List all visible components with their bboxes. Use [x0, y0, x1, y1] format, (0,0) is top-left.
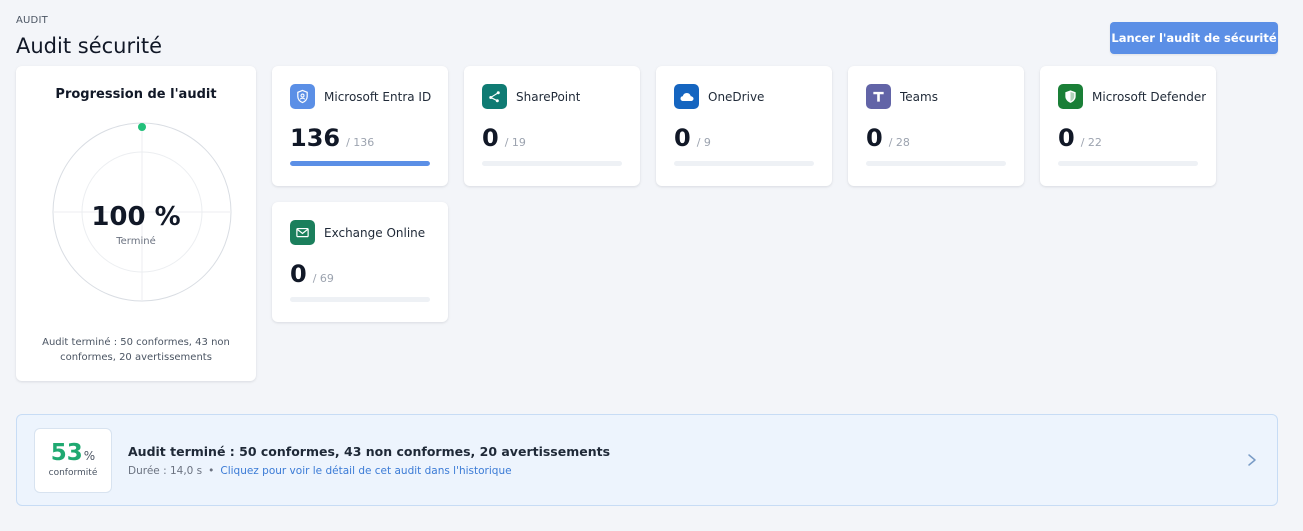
service-done-count: 0	[290, 260, 307, 288]
service-progress-bar	[290, 161, 430, 166]
service-card-onedrive[interactable]: OneDrive 0 / 9	[656, 66, 832, 186]
service-total-count: / 22	[1080, 136, 1102, 149]
service-done-count: 0	[866, 124, 883, 152]
service-total-count: / 19	[504, 136, 526, 149]
cloud-icon	[674, 84, 699, 109]
service-done-count: 0	[482, 124, 499, 152]
progress-marker	[138, 123, 146, 131]
progress-status: Terminé	[116, 236, 156, 247]
page-title: Audit sécurité	[16, 34, 163, 58]
service-name: Microsoft Defender	[1092, 89, 1207, 104]
service-name: OneDrive	[708, 89, 765, 104]
service-progress-bar	[1058, 161, 1198, 166]
service-total-count: / 9	[696, 136, 711, 149]
audit-duration: Durée : 14,0 s	[128, 465, 203, 477]
service-done-count: 0	[674, 124, 691, 152]
service-card-exchange[interactable]: Exchange Online 0 / 69	[272, 202, 448, 322]
service-card-teams[interactable]: Teams 0 / 28	[848, 66, 1024, 186]
sharepoint-icon	[482, 84, 507, 109]
compliance-label: conformité	[48, 468, 98, 478]
compliance-score-unit: %	[83, 449, 96, 463]
service-done-count: 0	[1058, 124, 1075, 152]
progress-title: Progression de l'audit	[55, 87, 217, 102]
summary-title: Audit terminé : 50 conformes, 43 non con…	[128, 444, 611, 459]
chevron-right-icon[interactable]	[1245, 451, 1259, 469]
history-detail-link[interactable]: Cliquez pour voir le détail de cet audit…	[220, 465, 511, 477]
meta-separator: •	[208, 465, 215, 477]
service-progress-bar	[290, 297, 430, 302]
audit-summary-banner[interactable]: 53% conformité Audit terminé : 50 confor…	[16, 414, 1278, 506]
service-progress-bar	[866, 161, 1006, 166]
progress-percent: 100 %	[91, 202, 181, 232]
service-total-count: / 136	[346, 136, 375, 149]
mail-icon	[290, 220, 315, 245]
defender-shield-icon	[1058, 84, 1083, 109]
service-progress-bar	[674, 161, 814, 166]
launch-audit-button[interactable]: Lancer l'audit de sécurité	[1110, 22, 1278, 54]
service-total-count: / 69	[312, 272, 334, 285]
service-progress-bar	[482, 161, 622, 166]
progress-summary: Audit terminé : 50 conformes, 43 non con…	[42, 337, 230, 363]
audit-progress-card: Progression de l'audit 100 % Terminé Aud…	[16, 66, 256, 381]
breadcrumb-audit: AUDIT	[16, 15, 48, 26]
service-card-entra-id[interactable]: Microsoft Entra ID 136 / 136	[272, 66, 448, 186]
service-card-sharepoint[interactable]: SharePoint 0 / 19	[464, 66, 640, 186]
compliance-score-box: 53% conformité	[34, 428, 112, 493]
service-card-defender[interactable]: Microsoft Defender 0 / 22	[1040, 66, 1216, 186]
service-name: SharePoint	[516, 89, 581, 104]
service-name: Microsoft Entra ID	[324, 89, 432, 104]
service-done-count: 136	[290, 124, 341, 152]
service-name: Teams	[900, 89, 938, 104]
shield-user-icon	[290, 84, 315, 109]
service-total-count: / 28	[888, 136, 910, 149]
compliance-score: 53	[50, 440, 83, 466]
service-name: Exchange Online	[324, 225, 426, 240]
service-progress-fill	[290, 161, 430, 166]
teams-icon	[866, 84, 891, 109]
